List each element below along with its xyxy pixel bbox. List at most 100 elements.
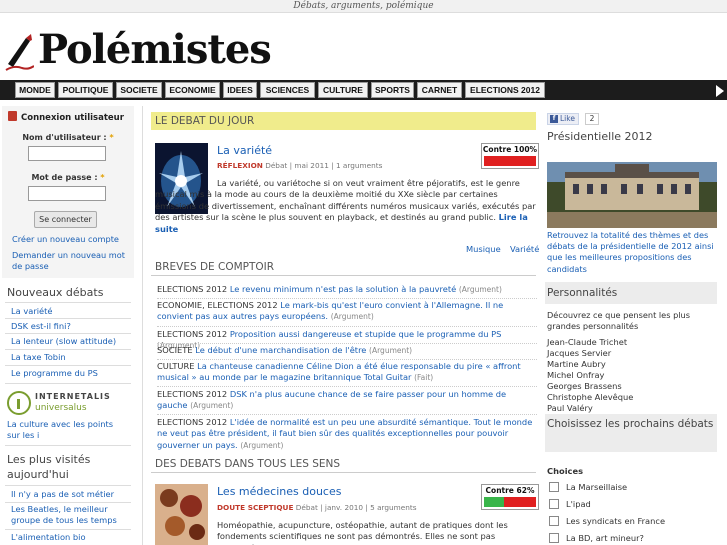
divider	[5, 502, 131, 503]
nav-politique[interactable]: POLITIQUE	[58, 82, 113, 98]
personality-link[interactable]: Jacques Servier	[547, 348, 611, 359]
breves-heading: BREVES DE COMPTOIR	[151, 258, 536, 276]
divider	[157, 298, 537, 299]
nav-monde[interactable]: MONDE	[15, 82, 55, 98]
divider	[5, 445, 131, 446]
nav-arrow-icon	[716, 85, 724, 97]
debate-summary: Homéopathie, acupuncture, ostéopathie, a…	[217, 520, 508, 545]
main-content: LE DEBAT DU JOUR La variété RÉFLEXION Dé…	[142, 106, 541, 545]
divider	[5, 485, 131, 486]
quill-pen-icon	[5, 34, 34, 71]
internetalis-link[interactable]: La culture avec les points sur les i	[7, 419, 125, 441]
nav-carnet[interactable]: CARNET	[417, 82, 462, 98]
like-count: 2	[585, 113, 599, 125]
divider	[5, 365, 131, 366]
facebook-icon: f	[550, 115, 558, 123]
divider	[5, 333, 131, 334]
facebook-like-button[interactable]: f Like	[547, 113, 579, 125]
new-debate-link[interactable]: La taxe Tobin	[11, 352, 129, 363]
right-sidebar: f Like 2 Présidentielle 2012 Retrouvez la…	[545, 106, 727, 545]
nav-culture[interactable]: CULTURE	[318, 82, 368, 98]
breve-item: ELECTIONS 2012 DSK n'a plus aucune chanc…	[157, 389, 507, 411]
breve-item: ELECTIONS 2012 Le revenu minimum n'est p…	[157, 284, 502, 294]
contre-meter: Contre 62%	[481, 484, 539, 510]
all-debates-heading: DES DEBATS DANS TOUS LES SENS	[151, 455, 536, 473]
most-visited-link[interactable]: Les Beatles, le meilleur groupe de tous …	[11, 504, 129, 526]
divider	[5, 383, 131, 384]
elysee-palace-image[interactable]	[547, 162, 717, 228]
personality-link[interactable]: Paul Valéry	[547, 403, 593, 414]
new-debate-link[interactable]: Le programme du PS	[11, 368, 129, 379]
lock-icon	[8, 111, 17, 121]
site-tagline: Débats, arguments, polémique	[0, 0, 727, 13]
internetalis-logo[interactable]: INTERNETALIS universalus	[7, 391, 131, 417]
tag-musique[interactable]: Musique	[466, 244, 501, 254]
personality-link[interactable]: Martine Aubry	[547, 359, 606, 370]
contre-bar	[484, 156, 536, 166]
breve-item: SOCIETE Le début d'une marchandisation d…	[157, 345, 413, 355]
login-box: Connexion utilisateur Nom d'utilisateur …	[2, 106, 134, 278]
debate-of-the-day-heading: LE DEBAT DU JOUR	[151, 112, 536, 130]
choice-checkbox[interactable]	[549, 499, 559, 509]
divider	[5, 349, 131, 350]
divider	[157, 359, 537, 360]
divider	[157, 326, 537, 327]
nav-economie[interactable]: ECONOMIE	[165, 82, 220, 98]
username-label: Nom d'utilisateur : *	[22, 133, 114, 142]
choice-checkbox[interactable]	[549, 533, 559, 543]
debate-title[interactable]: Les médecines douces	[217, 485, 341, 498]
divider	[157, 386, 537, 387]
breve-item: ECONOMIE, ELECTIONS 2012 Le mark-bis qu'…	[157, 300, 504, 322]
most-visited-title: Les plus visités aujourd'hui	[7, 453, 91, 481]
choose-debates-title: Choisissez les prochains débats	[545, 414, 717, 452]
username-input[interactable]	[28, 146, 106, 161]
create-account-link[interactable]: Créer un nouveau compte	[12, 234, 130, 245]
personality-link[interactable]: Michel Onfray	[547, 370, 604, 381]
divider	[157, 414, 537, 415]
debate-summary: La variété, ou variétoche si on veut vra…	[155, 178, 536, 234]
presidentielle-title: Présidentielle 2012	[547, 130, 653, 143]
presidentielle-link[interactable]: Retrouvez la totalité des thèmes et des …	[547, 230, 715, 275]
choices-label: Choices	[547, 466, 584, 476]
debate-thumbnail-image[interactable]	[155, 484, 208, 545]
choice-checkbox[interactable]	[549, 482, 559, 492]
debate-meta: RÉFLEXION Débat | mai 2011 | 1 arguments	[217, 161, 383, 170]
debate-title[interactable]: La variété	[217, 144, 272, 157]
nav-elections-2012[interactable]: ELECTIONS 2012	[465, 82, 545, 98]
login-button[interactable]: Se connecter	[34, 211, 97, 228]
site-logo[interactable]: Polémistes	[4, 26, 272, 78]
most-visited-link[interactable]: L'alimentation bio	[11, 532, 129, 543]
personality-link[interactable]: Christophe Alevêque	[547, 392, 633, 403]
personnalites-title: Personnalités	[545, 282, 717, 304]
main-navigation: MONDE POLITIQUE SOCIETE ECONOMIE IDEES S…	[0, 80, 727, 100]
nav-idees[interactable]: IDEES	[223, 82, 257, 98]
password-label: Mot de passe : *	[31, 173, 105, 182]
divider	[157, 343, 537, 344]
new-debate-link[interactable]: La lenteur (slow attitude)	[11, 336, 129, 347]
breve-item: ELECTIONS 2012 L'idée de normalité est u…	[157, 417, 533, 450]
nav-sports[interactable]: SPORTS	[371, 82, 414, 98]
most-visited-link[interactable]: Il n'y a pas de sot métier	[11, 489, 129, 500]
breve-item: CULTURE La chanteuse canadienne Céline D…	[157, 361, 521, 383]
divider	[5, 302, 131, 303]
login-title: Connexion utilisateur	[8, 111, 124, 123]
divider	[5, 529, 131, 530]
personality-link[interactable]: Jean-Claude Trichet	[547, 337, 627, 348]
divider	[5, 318, 131, 319]
nav-societe[interactable]: SOCIETE	[116, 82, 162, 98]
debate-meta: DOUTE SCEPTIQUE Débat | janv. 2010 | 5 a…	[217, 503, 417, 512]
left-sidebar: Connexion utilisateur Nom d'utilisateur …	[0, 106, 136, 545]
password-input[interactable]	[28, 186, 106, 201]
new-debates-title: Nouveaux débats	[7, 286, 104, 299]
site-name: Polémistes	[38, 26, 272, 73]
tag-variete[interactable]: Variété	[510, 244, 539, 254]
internetalis-icon	[7, 391, 31, 415]
contre-bar	[484, 497, 536, 507]
personality-link[interactable]: Georges Brassens	[547, 381, 622, 392]
new-debate-link[interactable]: DSK est-il fini?	[11, 321, 129, 332]
nav-sciences[interactable]: SCIENCES	[260, 82, 315, 98]
request-password-link[interactable]: Demander un nouveau mot de passe	[12, 250, 130, 272]
personnalites-intro: Découvrez ce que pensent les plus grande…	[547, 310, 691, 332]
new-debate-link[interactable]: La variété	[11, 306, 129, 317]
choice-checkbox[interactable]	[549, 516, 559, 526]
